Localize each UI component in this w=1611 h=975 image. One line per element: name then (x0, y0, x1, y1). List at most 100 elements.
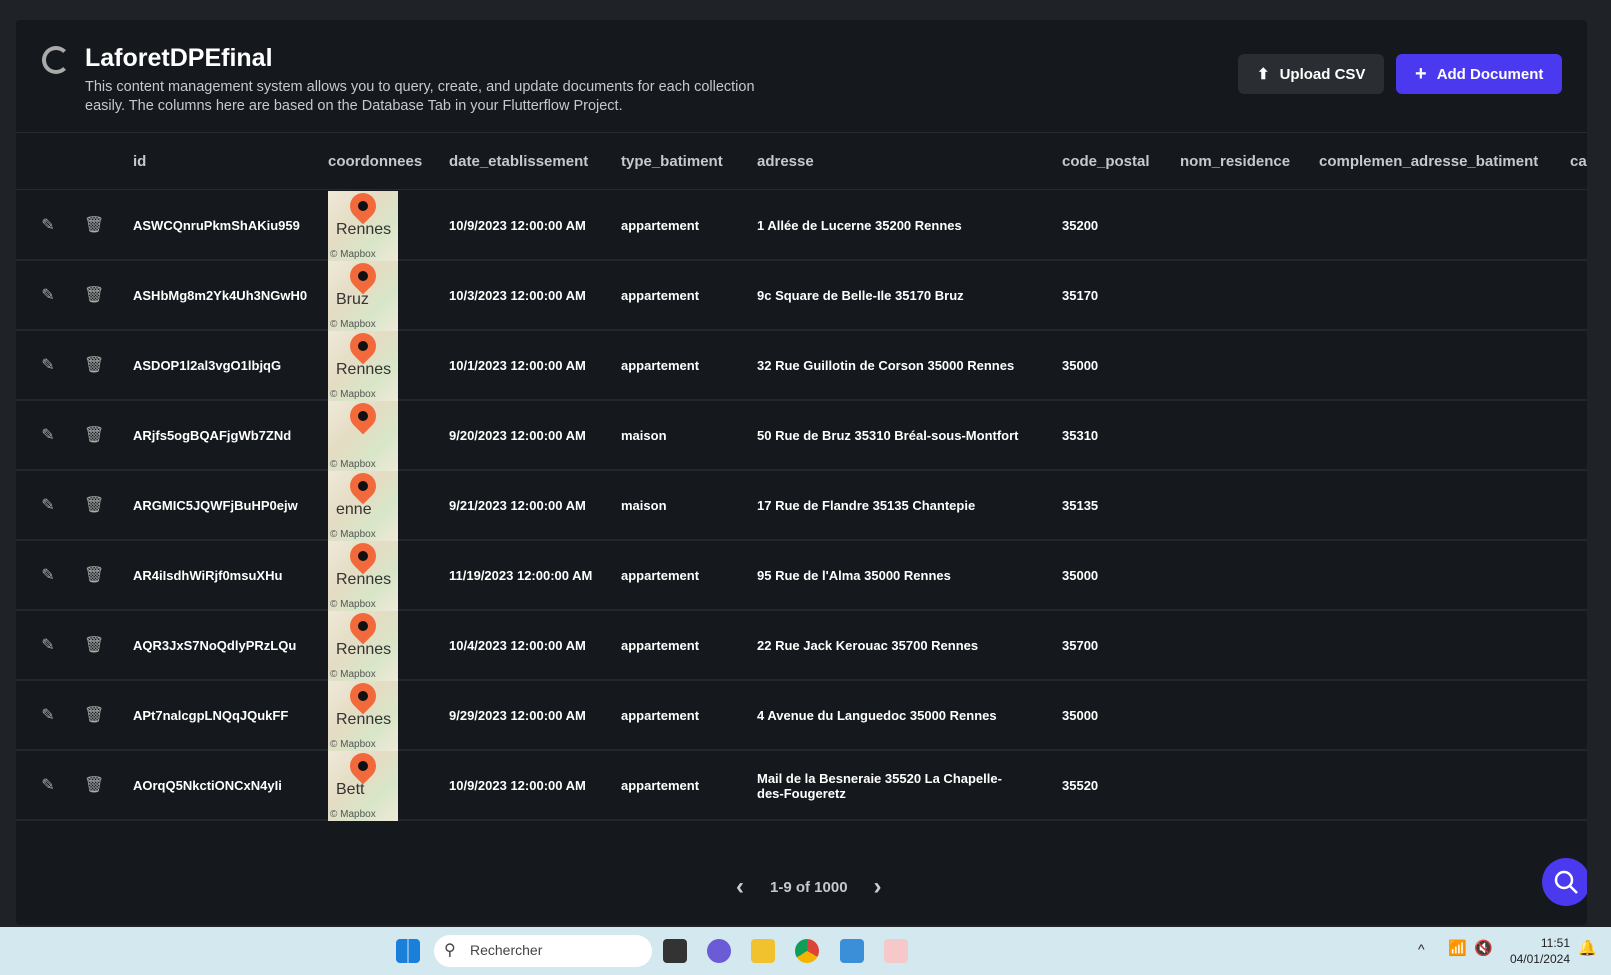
pagination-label: 1-9 of 1000 (770, 878, 848, 896)
edit-icon[interactable]: ✎ (38, 705, 58, 725)
cell-id: AOrqQ5NkctiONCxN4yIi (133, 778, 282, 793)
trash-icon[interactable]: 🗑 (84, 705, 104, 725)
table-row[interactable]: ✎ 🗑 AQR3JxS7NoQdlyPRzLQu Rennes © Mapbox … (16, 611, 1587, 681)
cell-date: 9/21/2023 12:00:00 AM (449, 498, 586, 513)
map-thumbnail[interactable]: enne © Mapbox (328, 471, 398, 541)
cell-id: APt7nalcgpLNQqJQukFF (133, 708, 289, 723)
trash-icon[interactable]: 🗑 (84, 355, 104, 375)
trash-icon[interactable]: 🗑 (84, 565, 104, 585)
cell-code-postal: 35170 (1062, 288, 1099, 303)
edit-icon[interactable]: ✎ (38, 425, 58, 445)
trash-icon[interactable]: 🗑 (84, 285, 104, 305)
col-ca[interactable]: ca (1570, 153, 1587, 170)
trash-icon[interactable]: 🗑 (84, 775, 104, 795)
cell-adresse: 50 Rue de Bruz 35310 Bréal-sous-Montfort (757, 428, 1019, 443)
col-code-postal[interactable]: code_postal (1062, 153, 1150, 170)
search-fab-button[interactable] (1542, 858, 1587, 906)
map-thumbnail[interactable]: Rennes © Mapbox (328, 331, 398, 401)
cell-type: appartement (621, 358, 700, 373)
pagination: ‹ 1-9 of 1000 › (736, 873, 882, 901)
table-row[interactable]: ✎ 🗑 APt7nalcgpLNQqJQukFF Rennes © Mapbox … (16, 681, 1587, 751)
trash-icon[interactable]: 🗑 (84, 425, 104, 445)
edit-icon[interactable]: ✎ (38, 355, 58, 375)
map-thumbnail[interactable]: Rennes © Mapbox (328, 191, 398, 261)
chrome-icon[interactable] (795, 939, 819, 963)
upload-csv-button[interactable]: ⬆ Upload CSV (1238, 54, 1385, 94)
col-nom-residence[interactable]: nom_residence (1180, 153, 1290, 170)
table-row[interactable]: ✎ 🗑 ARjfs5ogBQAFjgWb7ZNd © Mapbox 9/20/2… (16, 401, 1587, 471)
wifi-icon[interactable]: 📶 (1448, 939, 1467, 957)
upload-label: Upload CSV (1279, 65, 1366, 83)
map-thumbnail[interactable]: © Mapbox (328, 401, 398, 471)
windows-start-icon[interactable] (396, 939, 420, 963)
snipping-tool-icon[interactable] (884, 939, 908, 963)
notepad-icon[interactable] (840, 939, 864, 963)
map-place-label: Bruz (336, 291, 369, 308)
cell-id: ASWCQnruPkmShAKiu959 (133, 218, 300, 233)
edit-icon[interactable]: ✎ (38, 775, 58, 795)
table-row[interactable]: ✎ 🗑 ASWCQnruPkmShAKiu959 Rennes © Mapbox … (16, 191, 1587, 261)
cell-date: 9/29/2023 12:00:00 AM (449, 708, 586, 723)
trash-icon[interactable]: 🗑 (84, 635, 104, 655)
col-date[interactable]: date_etablissement (449, 153, 588, 170)
table-header: id coordonnees date_etablissement type_b… (16, 132, 1587, 190)
map-place-label: Bett (336, 781, 365, 798)
cell-adresse: 17 Rue de Flandre 35135 Chantepie (757, 498, 976, 513)
notification-bell-icon[interactable]: 🔔 (1578, 939, 1597, 957)
table-row[interactable]: ✎ 🗑 ASDOP1l2al3vgO1lbjqG Rennes © Mapbox … (16, 331, 1587, 401)
cell-date: 10/9/2023 12:00:00 AM (449, 778, 586, 793)
map-pin-icon (344, 541, 382, 575)
col-type[interactable]: type_batiment (621, 153, 723, 170)
cell-type: appartement (621, 778, 700, 793)
volume-muted-icon[interactable]: 🔇 (1474, 939, 1493, 957)
task-view-icon[interactable] (663, 939, 687, 963)
file-explorer-icon[interactable] (751, 939, 775, 963)
search-icon: ⚲ (444, 942, 456, 959)
map-thumbnail[interactable]: Bett © Mapbox (328, 751, 398, 821)
edit-icon[interactable]: ✎ (38, 635, 58, 655)
map-thumbnail[interactable]: Rennes © Mapbox (328, 611, 398, 681)
cell-adresse: Mail de la Besneraie 35520 La Chapelle-d… (757, 771, 1002, 801)
next-page-icon[interactable]: › (874, 873, 882, 901)
cell-adresse: 9c Square de Belle-Ile 35170 Bruz (757, 288, 964, 303)
time: 11:51 (1540, 936, 1570, 950)
cell-code-postal: 35000 (1062, 568, 1099, 583)
trash-icon[interactable]: 🗑 (84, 495, 104, 515)
col-complement[interactable]: complemen_adresse_batiment (1319, 153, 1538, 170)
map-thumbnail[interactable]: Bruz © Mapbox (328, 261, 398, 331)
cell-adresse: 95 Rue de l'Alma 35000 Rennes (757, 568, 951, 583)
edit-icon[interactable]: ✎ (38, 495, 58, 515)
col-id[interactable]: id (133, 153, 146, 170)
cell-type: appartement (621, 218, 700, 233)
cell-code-postal: 35520 (1062, 778, 1099, 793)
tray-chevron-icon[interactable]: ^ (1418, 941, 1425, 957)
table-row[interactable]: ✎ 🗑 ASHbMg8m2Yk4Uh3NGwH0 Bruz © Mapbox 10… (16, 261, 1587, 331)
edit-icon[interactable]: ✎ (38, 215, 58, 235)
cell-date: 10/1/2023 12:00:00 AM (449, 358, 586, 373)
map-pin-icon (344, 611, 382, 645)
table-row[interactable]: ✎ 🗑 ARGMIC5JQWFjBuHP0ejw enne © Mapbox 9/… (16, 471, 1587, 541)
cell-code-postal: 35200 (1062, 218, 1099, 233)
cell-date: 10/9/2023 12:00:00 AM (449, 218, 586, 233)
cell-id: AQR3JxS7NoQdlyPRzLQu (133, 638, 297, 653)
cell-date: 10/4/2023 12:00:00 AM (449, 638, 586, 653)
trash-icon[interactable]: 🗑 (84, 215, 104, 235)
col-coordonnees[interactable]: coordonnees (328, 153, 422, 170)
edit-icon[interactable]: ✎ (38, 565, 58, 585)
map-attribution: © Mapbox (330, 669, 376, 680)
map-thumbnail[interactable]: Rennes © Mapbox (328, 541, 398, 611)
col-adresse[interactable]: adresse (757, 153, 814, 170)
edit-icon[interactable]: ✎ (38, 285, 58, 305)
cell-code-postal: 35310 (1062, 428, 1099, 443)
prev-page-icon[interactable]: ‹ (736, 873, 744, 901)
table-row[interactable]: ✎ 🗑 AOrqQ5NkctiONCxN4yIi Bett © Mapbox 10… (16, 751, 1587, 821)
taskbar-search[interactable]: ⚲ Rechercher (434, 935, 652, 967)
map-thumbnail[interactable]: Rennes © Mapbox (328, 681, 398, 751)
cell-code-postal: 35000 (1062, 358, 1099, 373)
table-row[interactable]: ✎ 🗑 AR4iIsdhWiRjf0msuXHu Rennes © Mapbox … (16, 541, 1587, 611)
cell-date: 10/3/2023 12:00:00 AM (449, 288, 586, 303)
add-document-button[interactable]: + Add Document (1396, 54, 1563, 94)
clock[interactable]: 11:51 04/01/2024 (1504, 935, 1570, 967)
teams-icon[interactable] (707, 939, 731, 963)
map-pin-icon (344, 331, 382, 365)
